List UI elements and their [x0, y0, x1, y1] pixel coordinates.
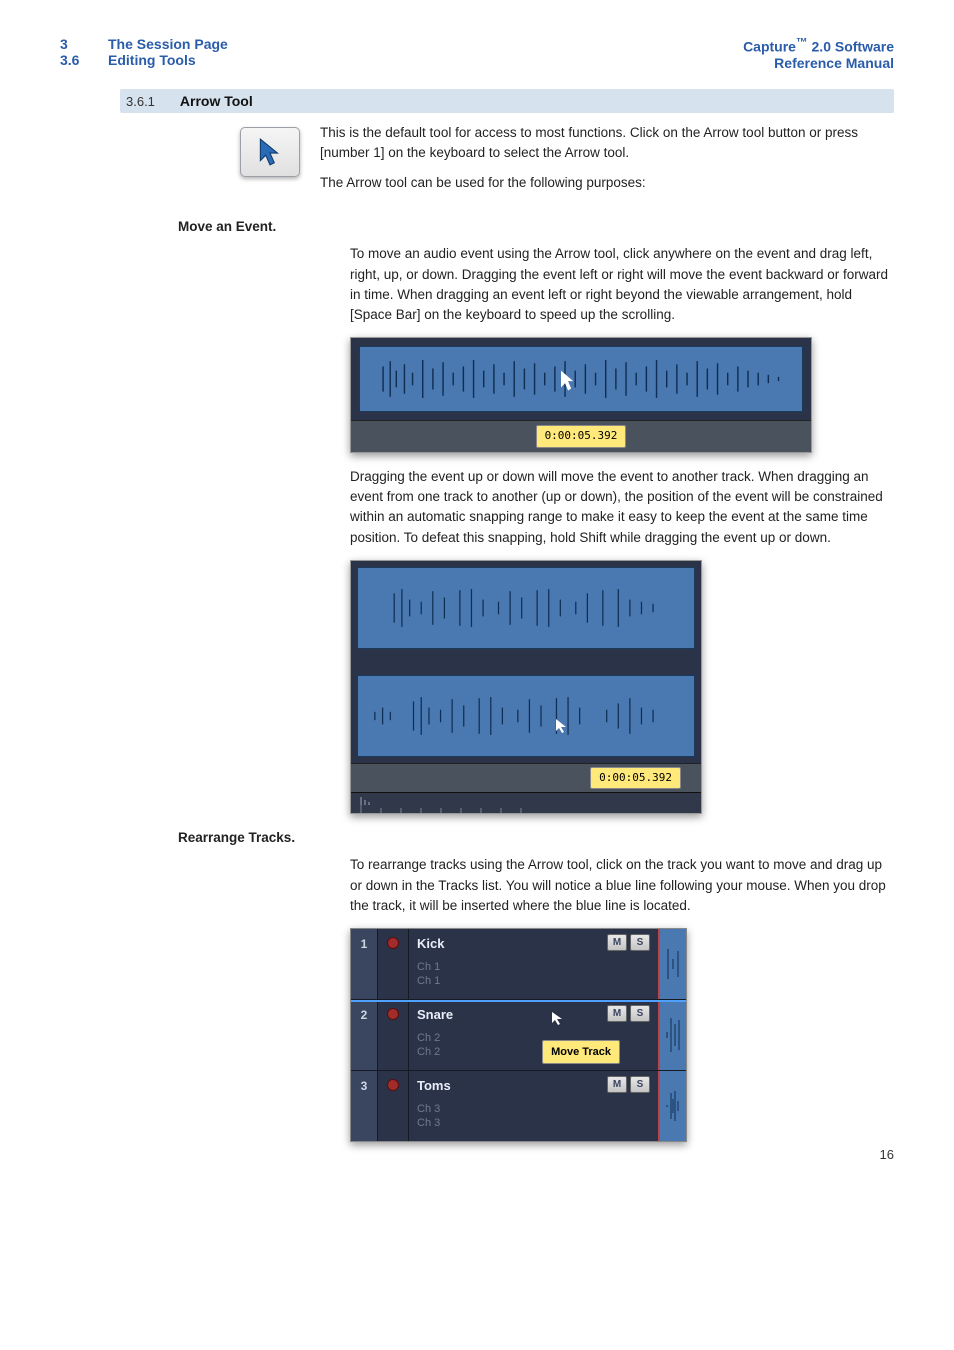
track-number: 1 [351, 929, 378, 999]
track-info: Kick Ch 1 Ch 1 M S [409, 929, 658, 999]
figure-footer: 0:00:05.392 [351, 420, 811, 452]
track-row[interactable]: 1 Kick Ch 1 Ch 1 M S [351, 929, 686, 1000]
track-number: 3 [351, 1071, 378, 1141]
move-event-figure-1: 0:00:05.392 [350, 337, 812, 453]
header-right: Capture™ 2.0 Software Reference Manual [743, 36, 894, 71]
record-arm-cell[interactable] [378, 1000, 409, 1070]
arrow-tool-button[interactable] [240, 127, 300, 177]
waveform-sliver [658, 929, 686, 999]
timeline-ruler [351, 792, 701, 813]
mute-button[interactable]: M [607, 1005, 627, 1022]
tracks-list-figure: 1 Kick Ch 1 Ch 1 M S [350, 928, 687, 1142]
track-channels: Ch 1 Ch 1 [417, 960, 650, 989]
waveform-icon [378, 358, 785, 400]
track-channels: Ch 3 Ch 3 [417, 1102, 650, 1131]
rearrange-tracks-heading: Rearrange Tracks. [178, 830, 894, 845]
record-dot-icon [387, 1079, 399, 1091]
arrow-tool-intro-text: This is the default tool for access to m… [320, 123, 894, 204]
product-name-a: Capture [743, 39, 796, 55]
subsection-heading-bar: 3.6.1 Arrow Tool [120, 89, 894, 113]
product-tm: ™ [796, 36, 808, 49]
header-left: 3 The Session Page 3.6 Editing Tools [60, 36, 228, 71]
move-event-p1: To move an audio event using the Arrow t… [350, 244, 894, 325]
manual-page: 3 The Session Page 3.6 Editing Tools Cap… [0, 0, 954, 1182]
manual-title: Reference Manual [743, 55, 894, 71]
product-name-b: 2.0 Software [808, 39, 894, 55]
waveform-icon [371, 587, 680, 629]
track-info: Snare Ch 2 Ch 2 M S Move Track [409, 1000, 658, 1070]
track-channel-b: Ch 1 [417, 974, 650, 988]
rearrange-tracks-p1: To rearrange tracks using the Arrow tool… [350, 855, 894, 916]
mute-solo-group: M S [607, 934, 650, 951]
move-event-p2: Dragging the event up or down will move … [350, 467, 894, 548]
track-number: 2 [351, 1000, 378, 1070]
solo-button[interactable]: S [630, 934, 650, 951]
waveform-track-lower [357, 675, 695, 757]
mute-button[interactable]: M [607, 934, 627, 951]
move-cursor-icon [550, 1010, 566, 1032]
section-number: 3.6 [60, 52, 84, 68]
track-row[interactable]: 3 Toms Ch 3 Ch 3 M S [351, 1071, 686, 1141]
arrow-cursor-icon [257, 137, 283, 167]
record-arm-cell[interactable] [378, 1071, 409, 1141]
move-event-body: To move an audio event using the Arrow t… [350, 244, 894, 814]
time-position-badge: 0:00:05.392 [536, 425, 627, 448]
intro-p2: The Arrow tool can be used for the follo… [320, 173, 894, 193]
track-info: Toms Ch 3 Ch 3 M S [409, 1071, 658, 1141]
move-track-tooltip: Move Track [542, 1040, 620, 1065]
mute-solo-group: M S [607, 1076, 650, 1093]
record-dot-icon [387, 937, 399, 949]
track-row[interactable]: 2 Snare Ch 2 Ch 2 M S Move Track [351, 1000, 686, 1071]
time-position-badge: 0:00:05.392 [590, 767, 681, 790]
mute-button[interactable]: M [607, 1076, 627, 1093]
waveform-sliver [658, 1071, 686, 1141]
move-cursor-icon [553, 716, 571, 734]
track-channel-b: Ch 3 [417, 1116, 650, 1130]
page-number: 16 [880, 1147, 894, 1162]
track-channel-a: Ch 1 [417, 960, 650, 974]
record-arm-cell[interactable] [378, 929, 409, 999]
waveform-track-upper [357, 567, 695, 649]
record-dot-icon [387, 1008, 399, 1020]
intro-p1: This is the default tool for access to m… [320, 123, 894, 164]
track-channel-a: Ch 3 [417, 1102, 650, 1116]
solo-button[interactable]: S [630, 1005, 650, 1022]
mute-solo-group: M S [607, 1005, 650, 1022]
figure-footer: 0:00:05.392 [351, 763, 701, 793]
page-header: 3 The Session Page 3.6 Editing Tools Cap… [60, 36, 894, 71]
arrow-tool-intro: This is the default tool for access to m… [240, 123, 894, 204]
waveform-sliver [658, 1000, 686, 1070]
rearrange-tracks-body: To rearrange tracks using the Arrow tool… [350, 855, 894, 1142]
waveform-track [359, 346, 803, 412]
section-title: Editing Tools [108, 52, 196, 68]
chapter-title: The Session Page [108, 36, 228, 52]
subsection-title: Arrow Tool [180, 93, 253, 109]
solo-button[interactable]: S [630, 1076, 650, 1093]
move-event-heading: Move an Event. [178, 219, 894, 234]
chapter-number: 3 [60, 36, 84, 52]
waveform-icon [371, 695, 680, 737]
subsection-number: 3.6.1 [126, 94, 176, 109]
move-event-figure-2: 0:00:05.392 [350, 560, 702, 815]
